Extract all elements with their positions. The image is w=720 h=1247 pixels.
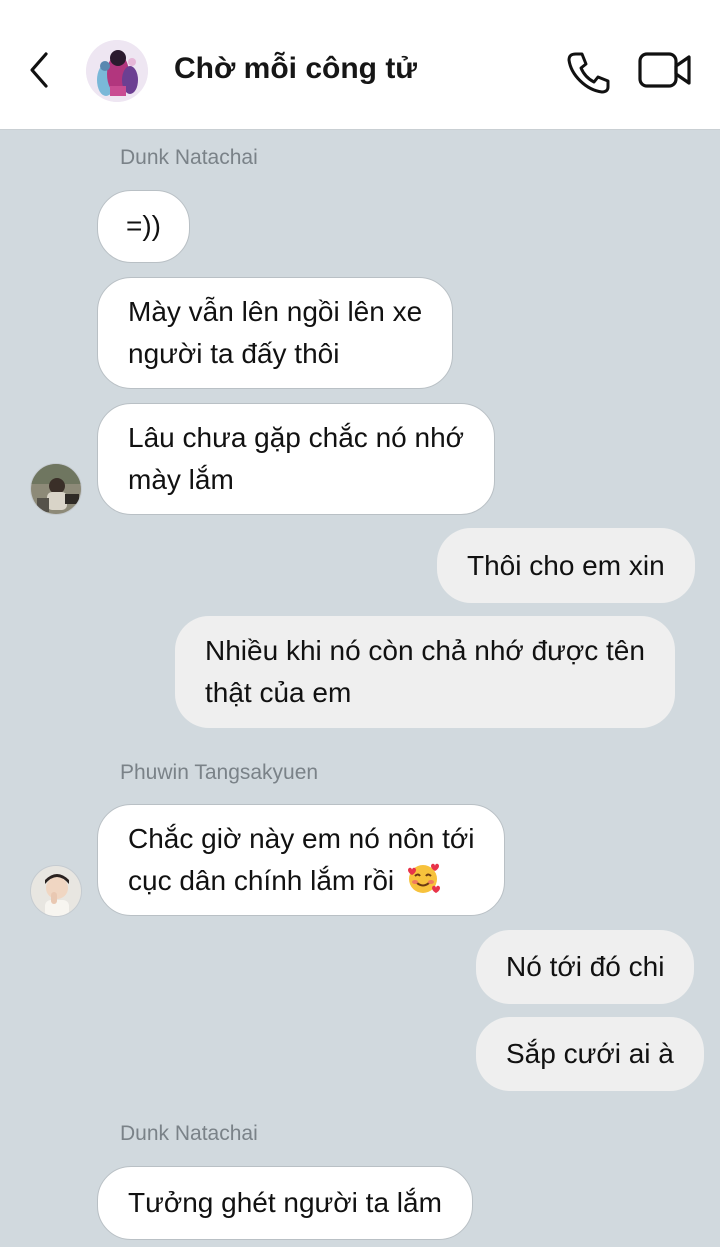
voice-call-button[interactable] xyxy=(566,50,610,94)
message-text: Nó tới đó chi xyxy=(506,951,665,982)
message-bubble[interactable]: =)) xyxy=(97,190,190,263)
message-bubble[interactable]: Mày vẫn lên ngồi lên xe người ta đấy thô… xyxy=(97,277,454,389)
message-bubble[interactable]: Nó tới đó chi xyxy=(476,930,695,1004)
group-avatar[interactable] xyxy=(86,40,148,102)
sender-avatar[interactable] xyxy=(30,463,82,515)
message-text: Sắp cưới ai à xyxy=(506,1038,674,1069)
message-text: Nhiều khi nó còn chả nhớ được tên xyxy=(205,635,645,666)
chat-header: Chờ mỗi công tử xyxy=(0,0,720,130)
video-camera-icon xyxy=(638,52,691,88)
message-bubble[interactable]: Thôi cho em xin xyxy=(437,528,695,603)
smiling-face-with-hearts-emoji xyxy=(407,863,440,893)
phone-icon xyxy=(567,52,610,94)
chevron-left-icon xyxy=(30,52,48,88)
sender-name: Dunk Natachai xyxy=(120,1122,258,1145)
message-text: =)) xyxy=(126,210,161,241)
message-bubble[interactable]: Sắp cưới ai à xyxy=(476,1017,704,1091)
video-call-button[interactable] xyxy=(638,50,692,90)
message-text: thật của em xyxy=(205,677,352,708)
message-text: Lâu chưa gặp chắc nó nhớ xyxy=(128,422,465,453)
message-bubble[interactable]: Lâu chưa gặp chắc nó nhớ mày lắm xyxy=(97,403,496,515)
message-text: người ta đấy thôi xyxy=(128,338,340,369)
message-text: Chắc giờ này em nó nôn tới xyxy=(128,823,475,854)
back-button[interactable] xyxy=(24,50,54,90)
sender-name: Phuwin Tangsakyuen xyxy=(120,761,319,784)
message-text: Thôi cho em xin xyxy=(467,550,665,581)
message-text: cục dân chính lắm rồi xyxy=(128,865,395,896)
sender-name: Dunk Natachai xyxy=(120,146,258,169)
message-text: Tưởng ghét người ta lắm xyxy=(128,1187,442,1218)
message-bubble[interactable]: Nhiều khi nó còn chả nhớ được tên thật c… xyxy=(175,616,675,728)
message-bubble[interactable]: Chắc giờ này em nó nôn tới cục dân chính… xyxy=(97,804,506,916)
message-bubble[interactable]: Tưởng ghét người ta lắm xyxy=(97,1166,473,1240)
chat-title[interactable]: Chờ mỗi công tử xyxy=(174,52,417,86)
message-text: Mày vẫn lên ngồi lên xe xyxy=(128,296,423,327)
message-text: mày lắm xyxy=(128,464,234,495)
sender-avatar[interactable] xyxy=(30,865,82,917)
